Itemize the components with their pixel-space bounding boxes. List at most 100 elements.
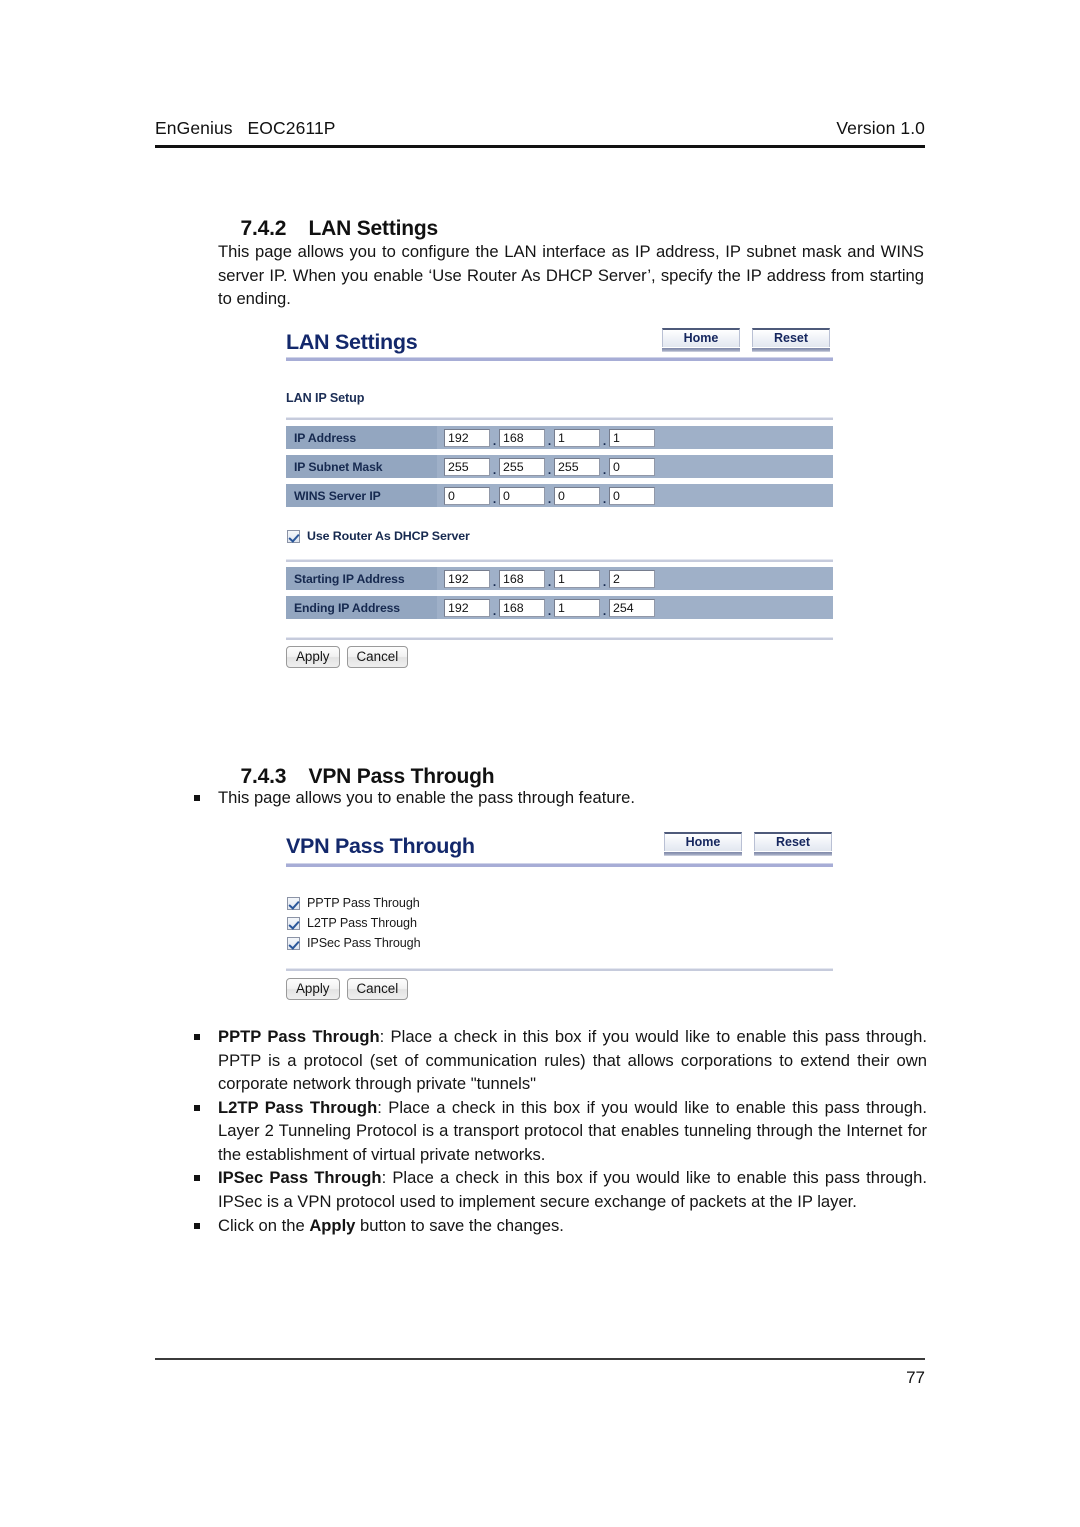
table-row: IP Address 192 . 168 . 1 . 1 [286, 426, 833, 451]
ip-octet-input[interactable]: 254 [609, 598, 655, 617]
header-version: Version 1.0 [836, 118, 925, 138]
table-row: WINS Server IP 0 . 0 . 0 . 0 [286, 484, 833, 509]
lan-panel-nav-buttons: Home Reset [662, 328, 830, 352]
ipsec-pass-through-row[interactable]: IPSec Pass Through [287, 936, 421, 950]
ip-octet-input[interactable]: 255 [554, 457, 600, 476]
ip-octet-input[interactable]: 255 [499, 457, 545, 476]
lan-panel-title: LAN Settings [286, 330, 418, 354]
ip-octet-input[interactable]: 168 [499, 598, 545, 617]
ip-octet-input[interactable]: 0 [499, 486, 545, 505]
lan-ip-setup-subheading: LAN IP Setup [286, 391, 365, 405]
ip-octet-input[interactable]: 168 [499, 569, 545, 588]
row-values: 0 . 0 . 0 . 0 [437, 482, 655, 510]
lan-panel-titlebar: LAN Settings Home Reset [272, 326, 847, 366]
row-label: Starting IP Address [286, 567, 437, 590]
row-label: IP Address [286, 426, 437, 449]
octet-separator: . [492, 433, 497, 448]
ip-octet-input[interactable]: 1 [554, 428, 600, 447]
lan-cancel-button[interactable]: Cancel [346, 646, 409, 668]
dhcp-server-checkbox-row[interactable]: Use Router As DHCP Server [287, 529, 470, 543]
header-rule [155, 145, 925, 148]
lan-apply-button[interactable]: Apply [286, 646, 340, 668]
ip-octet-input[interactable]: 0 [444, 486, 490, 505]
page-number: 77 [906, 1368, 925, 1387]
list-item: This page allows you to enable the pass … [185, 786, 925, 810]
ipsec-pass-through-label: IPSec Pass Through [307, 936, 421, 950]
row-values: 192 . 168 . 1 . 1 [437, 424, 655, 452]
octet-separator: . [547, 574, 552, 589]
dhcp-section-divider [286, 559, 833, 562]
vpn-home-button[interactable]: Home [664, 832, 742, 856]
list-item: Click on the Apply button to save the ch… [185, 1214, 927, 1238]
octet-separator: . [602, 433, 607, 448]
bullet-term: L2TP Pass Through [218, 1097, 378, 1117]
vpn-actions-divider [286, 968, 833, 971]
vpn-reset-button[interactable]: Reset [754, 832, 832, 856]
ip-octet-input[interactable]: 192 [444, 428, 490, 447]
octet-separator: . [492, 462, 497, 477]
ip-octet-input[interactable]: 1 [554, 598, 600, 617]
pptp-pass-through-label: PPTP Pass Through [307, 896, 420, 910]
checkbox-checked-icon[interactable] [287, 936, 300, 950]
bullet-term: IPSec Pass Through [218, 1168, 382, 1188]
section-number-lan: 7.4.2 [240, 217, 287, 240]
apply-note-pre: Click on the [218, 1215, 310, 1235]
ip-octet-input[interactable]: 192 [444, 569, 490, 588]
octet-separator: . [602, 491, 607, 506]
ip-octet-input[interactable]: 0 [554, 486, 600, 505]
lan-panel-title-divider [286, 357, 833, 361]
vpn-intro-list: This page allows you to enable the pass … [185, 786, 925, 810]
l2tp-pass-through-label: L2TP Pass Through [307, 916, 417, 930]
vpn-cancel-button[interactable]: Cancel [346, 978, 409, 1000]
octet-separator: . [492, 603, 497, 618]
table-row: Ending IP Address 192 . 168 . 1 . 254 [286, 596, 833, 621]
vpn-description-list: PPTP Pass Through: Place a check in this… [185, 1025, 927, 1237]
octet-separator: . [602, 603, 607, 618]
vpn-apply-button[interactable]: Apply [286, 978, 340, 1000]
octet-separator: . [547, 491, 552, 506]
octet-separator: . [602, 574, 607, 589]
octet-separator: . [547, 603, 552, 618]
octet-separator: . [602, 462, 607, 477]
pptp-pass-through-row[interactable]: PPTP Pass Through [287, 896, 420, 910]
vpn-panel-title-divider [286, 863, 833, 867]
l2tp-pass-through-row[interactable]: L2TP Pass Through [287, 916, 417, 930]
vpn-pass-through-panel: VPN Pass Through Home Reset PPTP Pass Th… [272, 830, 847, 1000]
apply-note-term: Apply [309, 1215, 356, 1235]
octet-separator: . [547, 433, 552, 448]
section-title-lan: LAN Settings [308, 217, 439, 240]
table-row: IP Subnet Mask 255 . 255 . 255 . 0 [286, 455, 833, 480]
lan-action-buttons: Apply Cancel [286, 646, 409, 668]
row-label: WINS Server IP [286, 484, 437, 507]
lan-settings-panel: LAN Settings Home Reset LAN IP Setup IP … [272, 326, 847, 668]
octet-separator: . [492, 491, 497, 506]
ip-octet-input[interactable]: 192 [444, 598, 490, 617]
list-item: L2TP Pass Through: Place a check in this… [185, 1096, 927, 1167]
lan-home-button[interactable]: Home [662, 328, 740, 352]
list-item: IPSec Pass Through: Place a check in thi… [185, 1166, 927, 1213]
section-title-vpn: VPN Pass Through [308, 765, 495, 788]
vpn-panel-title: VPN Pass Through [286, 834, 475, 858]
lan-actions-divider [286, 637, 833, 640]
header-product: EnGenius EOC2611P [155, 118, 336, 138]
ip-octet-input[interactable]: 1 [554, 569, 600, 588]
vpn-panel-nav-buttons: Home Reset [664, 832, 832, 856]
vpn-action-buttons: Apply Cancel [286, 978, 409, 1000]
section-paragraph-lan: This page allows you to configure the LA… [218, 242, 924, 309]
ip-octet-input[interactable]: 2 [609, 569, 655, 588]
document-page: EnGenius EOC2611P Version 1.0 7.4.2 LAN S… [0, 0, 1080, 1527]
octet-separator: . [547, 462, 552, 477]
checkbox-checked-icon[interactable] [287, 529, 300, 543]
ip-octet-input[interactable]: 255 [444, 457, 490, 476]
vpn-panel-titlebar: VPN Pass Through Home Reset [272, 830, 847, 870]
ip-octet-input[interactable]: 1 [609, 428, 655, 447]
apply-note-post: button to save the changes. [355, 1215, 564, 1235]
lan-reset-button[interactable]: Reset [752, 328, 830, 352]
ip-octet-input[interactable]: 0 [609, 486, 655, 505]
checkbox-checked-icon[interactable] [287, 896, 300, 910]
footer-rule [155, 1358, 925, 1360]
row-values: 255 . 255 . 255 . 0 [437, 453, 655, 481]
ip-octet-input[interactable]: 0 [609, 457, 655, 476]
checkbox-checked-icon[interactable] [287, 916, 300, 930]
ip-octet-input[interactable]: 168 [499, 428, 545, 447]
